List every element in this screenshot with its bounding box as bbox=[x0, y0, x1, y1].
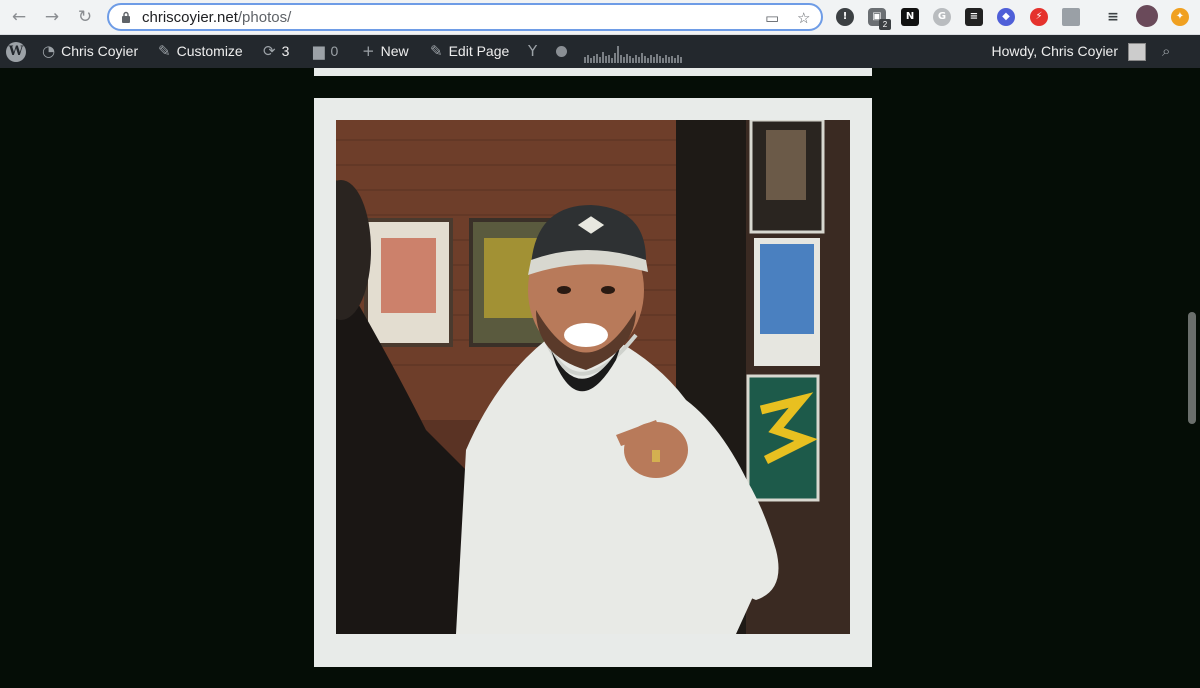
url-host: chriscoyier.net bbox=[142, 9, 238, 26]
extension-buffer-icon[interactable]: ≡ bbox=[965, 8, 983, 26]
search-icon: ⌕ bbox=[1162, 42, 1171, 60]
new-label: New bbox=[380, 43, 409, 59]
url-path: /photos/ bbox=[237, 9, 292, 26]
extension-red-bolt-icon[interactable]: ⚡ bbox=[1030, 8, 1048, 26]
plus-icon: + bbox=[362, 42, 375, 60]
page-scrollbar[interactable] bbox=[1188, 312, 1196, 424]
my-account-menu[interactable]: Howdy, Chris Coyier bbox=[991, 35, 1146, 68]
profile-avatar-icon[interactable] bbox=[1136, 5, 1158, 27]
wp-logo-menu[interactable]: W bbox=[6, 35, 26, 68]
stats-sparkline-icon[interactable] bbox=[584, 43, 684, 63]
extension-orange-icon[interactable]: ✦ bbox=[1171, 8, 1189, 26]
extension-blue-icon[interactable]: ◆ bbox=[997, 8, 1015, 26]
cast-icon[interactable]: ▭ bbox=[765, 9, 779, 27]
site-name-label: Chris Coyier bbox=[61, 43, 139, 59]
pencil-icon: ✎ bbox=[430, 42, 443, 60]
back-arrow-icon[interactable]: ← bbox=[8, 6, 30, 28]
yoast-icon: Y bbox=[528, 42, 538, 60]
updates-count: 3 bbox=[281, 43, 290, 59]
lock-icon[interactable] bbox=[121, 11, 131, 23]
yoast-seo-menu[interactable]: Y bbox=[528, 35, 537, 68]
forward-arrow-icon[interactable]: → bbox=[41, 6, 63, 28]
browser-toolbar: ← → ↻ chriscoyier.net/photos/ ▭ ☆ ! ▣ 2 … bbox=[0, 0, 1200, 35]
photo[interactable] bbox=[336, 120, 850, 634]
user-avatar bbox=[1128, 42, 1146, 61]
edit-page-label: Edit Page bbox=[448, 43, 510, 59]
comments-count: 0 bbox=[330, 43, 339, 59]
reload-icon[interactable]: ↻ bbox=[74, 6, 96, 28]
howdy-label: Howdy, Chris Coyier bbox=[991, 43, 1118, 59]
status-dot-icon bbox=[556, 46, 567, 57]
reading-list-icon[interactable]: ≡ bbox=[1104, 8, 1122, 26]
comment-bubble-icon: ▆ bbox=[313, 42, 325, 60]
url-text: chriscoyier.net/photos/ bbox=[142, 9, 291, 26]
admin-search-button[interactable]: ⌕ bbox=[1162, 35, 1170, 68]
photo-frame bbox=[314, 98, 872, 667]
extension-grammarly-icon[interactable]: G bbox=[933, 8, 951, 26]
dashboard-icon: ◔ bbox=[42, 42, 56, 60]
updates-link[interactable]: ⟳ 3 bbox=[263, 35, 289, 68]
new-content-menu[interactable]: + New bbox=[362, 35, 409, 68]
customize-link[interactable]: ✎ Customize bbox=[158, 35, 243, 68]
photo-illustration bbox=[336, 120, 850, 634]
edit-page-link[interactable]: ✎ Edit Page bbox=[430, 35, 509, 68]
site-name-menu[interactable]: ◔ Chris Coyier bbox=[42, 35, 138, 68]
extension-notion-icon[interactable]: N bbox=[901, 8, 919, 26]
seo-status-dot[interactable] bbox=[556, 35, 567, 68]
extension-badge: 2 bbox=[879, 19, 891, 30]
customize-label: Customize bbox=[176, 43, 243, 59]
extension-1password-icon[interactable]: ! bbox=[836, 8, 854, 26]
address-bar[interactable]: chriscoyier.net/photos/ ▭ ☆ bbox=[107, 3, 823, 31]
previous-photo-frame bbox=[314, 68, 872, 76]
brush-icon: ✎ bbox=[158, 42, 171, 60]
updates-icon: ⟳ bbox=[263, 42, 276, 60]
wordpress-logo-icon: W bbox=[6, 41, 26, 62]
bookmark-star-icon[interactable]: ☆ bbox=[797, 9, 810, 27]
comments-link[interactable]: ▆ 0 bbox=[313, 35, 338, 68]
extension-grey-square-icon[interactable] bbox=[1062, 8, 1080, 26]
